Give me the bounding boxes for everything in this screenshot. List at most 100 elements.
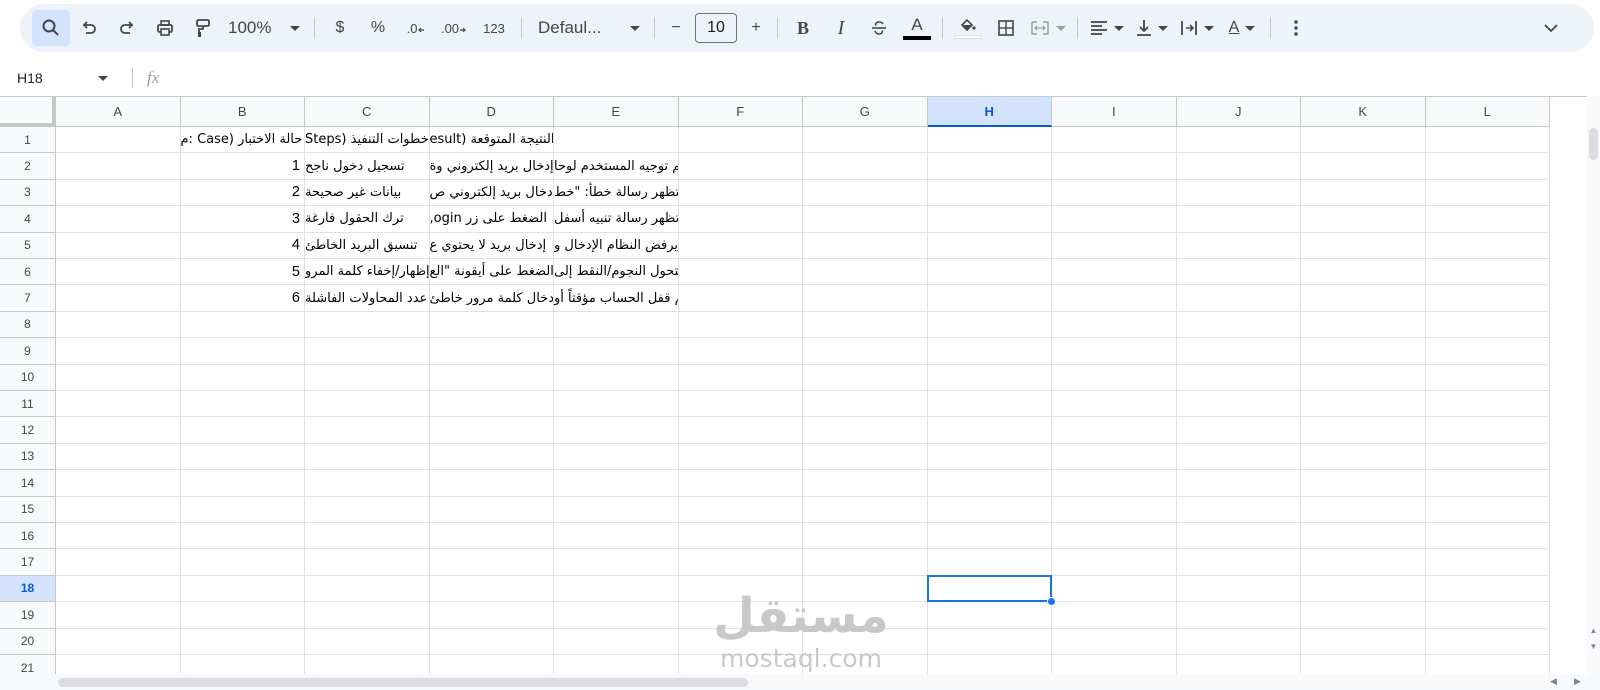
cell-h15[interactable] xyxy=(927,496,1052,523)
cell-a12[interactable] xyxy=(56,417,181,444)
cell-k4[interactable] xyxy=(1301,206,1426,233)
horizontal-scroll-thumb[interactable] xyxy=(58,678,748,687)
cell-e20[interactable] xyxy=(554,628,679,655)
cell-e13[interactable] xyxy=(554,443,679,471)
cell-k9[interactable] xyxy=(1301,338,1426,365)
column-header-e[interactable]: E xyxy=(554,97,679,127)
text-wrapping-button[interactable] xyxy=(1174,10,1220,46)
cell-e15[interactable] xyxy=(554,496,679,523)
cell-i12[interactable] xyxy=(1052,417,1177,444)
cell-d13[interactable] xyxy=(429,443,554,471)
cell-k18[interactable] xyxy=(1301,575,1426,603)
cell-f19[interactable] xyxy=(678,602,803,629)
cell-e3[interactable]: تظهر رسالة خطأ: "خط xyxy=(554,179,679,207)
cell-k2[interactable] xyxy=(1301,153,1426,180)
cell-a19[interactable] xyxy=(56,602,181,629)
cell-a1[interactable] xyxy=(56,127,181,154)
column-header-l[interactable]: L xyxy=(1425,97,1550,127)
cell-f6[interactable] xyxy=(678,259,803,286)
cell-f13[interactable] xyxy=(678,443,803,471)
scroll-left-button[interactable]: ◀ xyxy=(1550,676,1557,687)
column-header-c[interactable]: C xyxy=(305,97,430,127)
cell-j16[interactable] xyxy=(1176,523,1301,550)
cell-d10[interactable] xyxy=(429,364,554,391)
cell-j9[interactable] xyxy=(1176,338,1301,365)
cell-l18[interactable] xyxy=(1425,575,1550,603)
cell-c9[interactable] xyxy=(305,338,430,365)
cell-g8[interactable] xyxy=(803,311,928,339)
cell-i16[interactable] xyxy=(1052,523,1177,550)
cell-f11[interactable] xyxy=(678,391,803,418)
cell-b9[interactable] xyxy=(180,338,305,365)
cell-b8[interactable] xyxy=(180,311,305,339)
column-header-f[interactable]: F xyxy=(678,97,803,127)
collapse-toolbar-button[interactable] xyxy=(1532,10,1570,46)
cell-a16[interactable] xyxy=(56,523,181,550)
cell-g7[interactable] xyxy=(803,285,928,312)
cell-a13[interactable] xyxy=(56,443,181,471)
cell-a17[interactable] xyxy=(56,549,181,576)
cell-e6[interactable]: تتحول النجوم/النقط إلى xyxy=(554,259,679,286)
cell-k16[interactable] xyxy=(1301,523,1426,550)
cell-g21[interactable] xyxy=(803,655,928,674)
cell-e8[interactable] xyxy=(554,311,679,339)
cell-f14[interactable] xyxy=(678,470,803,497)
row-header-19[interactable]: 19 xyxy=(0,602,56,629)
cell-f16[interactable] xyxy=(678,523,803,550)
cell-b19[interactable] xyxy=(180,602,305,629)
row-header-8[interactable]: 8 xyxy=(0,311,56,339)
cell-l4[interactable] xyxy=(1425,206,1550,233)
cell-e1[interactable] xyxy=(554,127,679,154)
cell-f15[interactable] xyxy=(678,496,803,523)
row-header-3[interactable]: 3 xyxy=(0,179,56,207)
row-header-4[interactable]: 4 xyxy=(0,206,56,233)
cell-i14[interactable] xyxy=(1052,470,1177,497)
cell-g11[interactable] xyxy=(803,391,928,418)
cell-f17[interactable] xyxy=(678,549,803,576)
cell-j7[interactable] xyxy=(1176,285,1301,312)
cell-e11[interactable] xyxy=(554,391,679,418)
cell-a9[interactable] xyxy=(56,338,181,365)
cell-c16[interactable] xyxy=(305,523,430,550)
cell-j4[interactable] xyxy=(1176,206,1301,233)
cell-a6[interactable] xyxy=(56,259,181,286)
row-header-2[interactable]: 2 xyxy=(0,153,56,180)
cell-g5[interactable] xyxy=(803,232,928,259)
cell-j20[interactable] xyxy=(1176,628,1301,655)
cell-g9[interactable] xyxy=(803,338,928,365)
cell-g12[interactable] xyxy=(803,417,928,444)
cell-d16[interactable] xyxy=(429,523,554,550)
cell-h16[interactable] xyxy=(927,523,1052,550)
cell-b12[interactable] xyxy=(180,417,305,444)
cell-j12[interactable] xyxy=(1176,417,1301,444)
cell-j13[interactable] xyxy=(1176,443,1301,471)
cell-g1[interactable] xyxy=(803,127,928,154)
cell-h4[interactable] xyxy=(927,206,1052,233)
cell-a18[interactable] xyxy=(56,575,181,603)
cell-g3[interactable] xyxy=(803,179,928,207)
cell-e4[interactable]: تظهر رسالة تنبيه أسفل xyxy=(554,206,679,233)
cell-f21[interactable] xyxy=(679,655,803,674)
cell-k19[interactable] xyxy=(1301,602,1426,629)
row-header-17[interactable]: 17 xyxy=(0,549,56,576)
cell-l3[interactable] xyxy=(1425,179,1550,207)
decrease-decimal-button[interactable]: .0 xyxy=(397,10,435,46)
cell-f10[interactable] xyxy=(678,364,803,391)
cell-e17[interactable] xyxy=(554,549,679,576)
cell-a11[interactable] xyxy=(56,391,181,418)
cell-a2[interactable] xyxy=(56,153,181,180)
cell-c12[interactable] xyxy=(305,417,430,444)
cell-c19[interactable] xyxy=(305,602,430,629)
cell-b17[interactable] xyxy=(180,549,305,576)
scroll-up-button[interactable]: ▲ xyxy=(1589,626,1598,636)
cell-f7[interactable] xyxy=(678,285,803,312)
cell-c3[interactable]: بيانات غير صحيحة xyxy=(305,179,430,207)
cell-g14[interactable] xyxy=(803,470,928,497)
cell-h6[interactable] xyxy=(927,259,1052,286)
cell-e10[interactable] xyxy=(554,364,679,391)
cell-e16[interactable] xyxy=(554,523,679,550)
cell-e7[interactable]: يتم قفل الحساب مؤقتاً أو xyxy=(554,285,679,312)
font-size-input[interactable]: 10 xyxy=(695,13,737,43)
zoom-select[interactable]: 100% xyxy=(222,10,308,46)
cell-b4[interactable]: 3 xyxy=(180,206,305,233)
